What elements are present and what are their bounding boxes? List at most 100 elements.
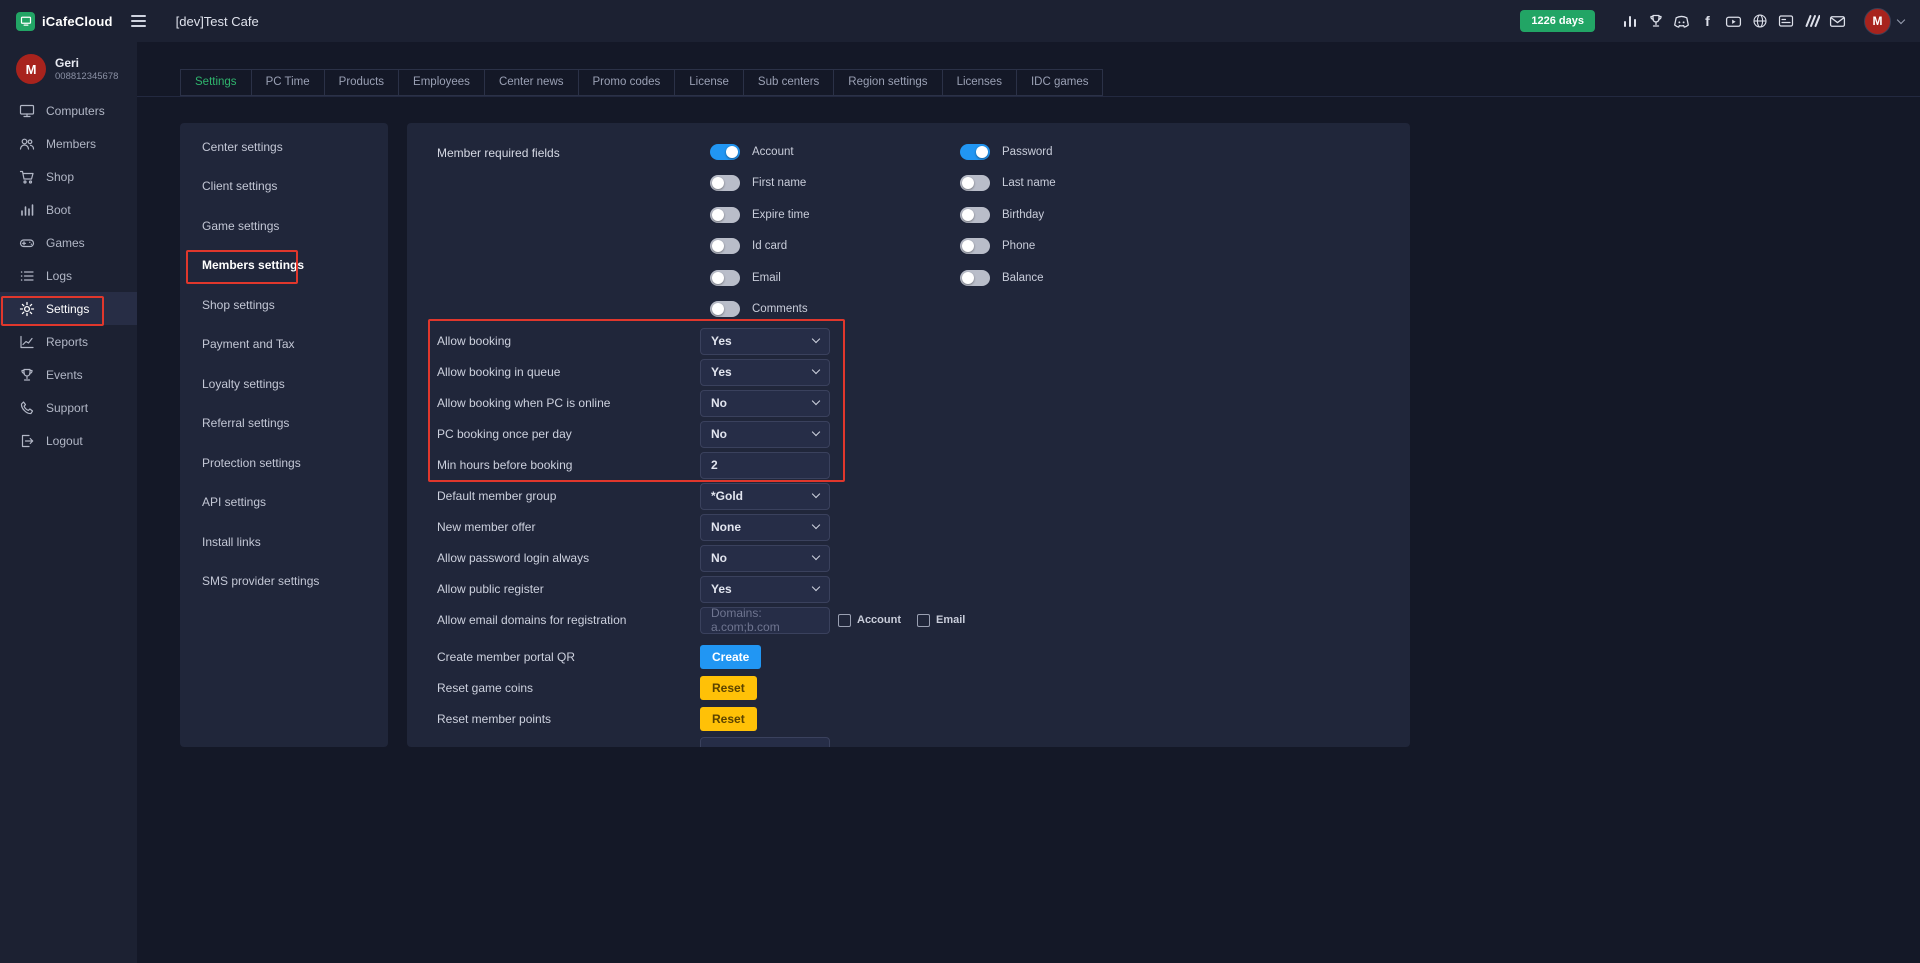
chevron-down-icon bbox=[812, 335, 820, 343]
icafecloud-logo-icon bbox=[16, 12, 35, 31]
member-required-fields-label: Member required fields bbox=[437, 143, 710, 318]
form-row-allow-password-login-always: Allow password login always No bbox=[437, 543, 1410, 574]
tab-employees[interactable]: Employees bbox=[398, 69, 485, 96]
chevron-down-icon bbox=[812, 397, 820, 405]
tab-license[interactable]: License bbox=[674, 69, 744, 96]
tab-region-settings[interactable]: Region settings bbox=[833, 69, 942, 96]
subnav-api-settings[interactable]: API settings bbox=[180, 483, 388, 523]
sidebar-user: M Geri 008812345678 bbox=[0, 42, 137, 92]
chart-icon[interactable] bbox=[1621, 13, 1638, 30]
sidebar-item-shop[interactable]: Shop bbox=[0, 160, 137, 193]
subnav-center-settings[interactable]: Center settings bbox=[180, 127, 388, 167]
settings-tabs: Settings PC Time Products Employees Cent… bbox=[180, 69, 1103, 96]
sidebar-item-reports[interactable]: Reports bbox=[0, 325, 137, 358]
partial-select[interactable] bbox=[700, 737, 830, 748]
form-row-email-domains: Allow email domains for registration Dom… bbox=[437, 605, 1410, 636]
subnav-payment-and-tax[interactable]: Payment and Tax bbox=[180, 325, 388, 365]
subnav-shop-settings[interactable]: Shop settings bbox=[180, 285, 388, 325]
tab-center-news[interactable]: Center news bbox=[484, 69, 579, 96]
settings-gear-icon bbox=[19, 301, 35, 317]
first-name-toggle[interactable] bbox=[710, 175, 740, 191]
reset-member-points-button[interactable]: Reset bbox=[700, 707, 757, 731]
toggle-row-email: Email bbox=[710, 269, 960, 286]
form-row-allow-booking-pc-online: Allow booking when PC is online No bbox=[437, 388, 1410, 419]
sidebar-item-members[interactable]: Members bbox=[0, 127, 137, 160]
toggle-row-last-name: Last name bbox=[960, 175, 1210, 192]
password-toggle[interactable] bbox=[960, 144, 990, 160]
account-toggle[interactable] bbox=[710, 144, 740, 160]
trophy-icon[interactable] bbox=[1647, 13, 1664, 30]
subnav-members-settings[interactable]: Members settings bbox=[180, 246, 388, 286]
sidebar-user-avatar[interactable]: M bbox=[16, 54, 46, 84]
allow-password-login-always-select[interactable]: No bbox=[700, 545, 830, 572]
form-row-reset-member-points: Reset member points Reset bbox=[437, 704, 1410, 735]
expire-time-toggle[interactable] bbox=[710, 207, 740, 223]
mail-icon[interactable] bbox=[1829, 13, 1846, 30]
new-member-offer-select[interactable]: None bbox=[700, 514, 830, 541]
facebook-icon[interactable]: f bbox=[1699, 13, 1716, 30]
email-checkbox[interactable] bbox=[917, 614, 930, 627]
phone-toggle[interactable] bbox=[960, 238, 990, 254]
sidebar-item-support[interactable]: Support bbox=[0, 391, 137, 424]
allow-booking-select[interactable]: Yes bbox=[700, 328, 830, 355]
tab-idc-games[interactable]: IDC games bbox=[1016, 69, 1104, 96]
birthday-toggle[interactable] bbox=[960, 207, 990, 223]
youtube-icon[interactable] bbox=[1725, 13, 1742, 30]
create-button[interactable]: Create bbox=[700, 645, 761, 669]
license-days-badge[interactable]: 1226 days bbox=[1520, 10, 1595, 32]
sidebar-item-events[interactable]: Events bbox=[0, 358, 137, 391]
icafecloud-logo[interactable]: iCafeCloud bbox=[16, 12, 113, 31]
discord-icon[interactable] bbox=[1673, 13, 1690, 30]
sidebar-item-games[interactable]: Games bbox=[0, 226, 137, 259]
pc-booking-once-per-day-select[interactable]: No bbox=[700, 421, 830, 448]
cafe-title: [dev]Test Cafe bbox=[176, 14, 259, 29]
tab-settings[interactable]: Settings bbox=[180, 69, 252, 96]
default-member-group-select[interactable]: *Gold bbox=[700, 483, 830, 510]
subnav-protection-settings[interactable]: Protection settings bbox=[180, 443, 388, 483]
reset-game-coins-button[interactable]: Reset bbox=[700, 676, 757, 700]
balance-toggle[interactable] bbox=[960, 270, 990, 286]
layers-icon[interactable] bbox=[1803, 13, 1820, 30]
min-hours-before-booking-input[interactable]: 2 bbox=[700, 452, 830, 479]
subnav-game-settings[interactable]: Game settings bbox=[180, 206, 388, 246]
form-row-allow-booking: Allow booking Yes bbox=[437, 326, 1410, 357]
email-domains-input[interactable]: Domains: a.com;b.com bbox=[700, 607, 830, 634]
user-avatar[interactable]: M bbox=[1864, 8, 1891, 35]
last-name-toggle[interactable] bbox=[960, 175, 990, 191]
subnav-loyalty-settings[interactable]: Loyalty settings bbox=[180, 364, 388, 404]
sidebar-item-computers[interactable]: Computers bbox=[0, 94, 137, 127]
allow-booking-pc-online-select[interactable]: No bbox=[700, 390, 830, 417]
account-checkbox[interactable] bbox=[838, 614, 851, 627]
email-toggle[interactable] bbox=[710, 270, 740, 286]
tab-licenses[interactable]: Licenses bbox=[942, 69, 1017, 96]
globe-icon[interactable] bbox=[1751, 13, 1768, 30]
subnav-referral-settings[interactable]: Referral settings bbox=[180, 404, 388, 444]
comments-toggle[interactable] bbox=[710, 301, 740, 317]
tabs-divider bbox=[137, 96, 1920, 97]
subnav-install-links[interactable]: Install links bbox=[180, 522, 388, 562]
toggle-row-id-card: Id card bbox=[710, 238, 960, 255]
tab-promo-codes[interactable]: Promo codes bbox=[578, 69, 676, 96]
sidebar-item-logs[interactable]: Logs bbox=[0, 259, 137, 292]
tab-sub-centers[interactable]: Sub centers bbox=[743, 69, 834, 96]
chevron-down-icon bbox=[812, 366, 820, 374]
sidebar-item-settings[interactable]: Settings bbox=[0, 292, 137, 325]
tab-products[interactable]: Products bbox=[324, 69, 399, 96]
chevron-down-icon bbox=[812, 490, 820, 498]
chevron-down-icon bbox=[812, 744, 820, 747]
tab-pc-time[interactable]: PC Time bbox=[251, 69, 325, 96]
hamburger-menu-icon[interactable] bbox=[127, 11, 150, 31]
form-row-allow-booking-in-queue: Allow booking in queue Yes bbox=[437, 357, 1410, 388]
sidebar-item-boot[interactable]: Boot bbox=[0, 193, 137, 226]
sidebar: M Geri 008812345678 Computers Members Sh… bbox=[0, 42, 137, 963]
id-card-toggle[interactable] bbox=[710, 238, 740, 254]
chevron-down-icon[interactable] bbox=[1897, 15, 1905, 23]
allow-public-register-select[interactable]: Yes bbox=[700, 576, 830, 603]
subnav-sms-provider-settings[interactable]: SMS provider settings bbox=[180, 562, 388, 602]
members-settings-panel: Member required fields Account Password … bbox=[407, 123, 1410, 747]
form-row-reset-game-coins: Reset game coins Reset bbox=[437, 673, 1410, 704]
subnav-client-settings[interactable]: Client settings bbox=[180, 167, 388, 207]
sidebar-item-logout[interactable]: Logout bbox=[0, 424, 137, 457]
id-card-icon[interactable] bbox=[1777, 13, 1794, 30]
allow-booking-in-queue-select[interactable]: Yes bbox=[700, 359, 830, 386]
